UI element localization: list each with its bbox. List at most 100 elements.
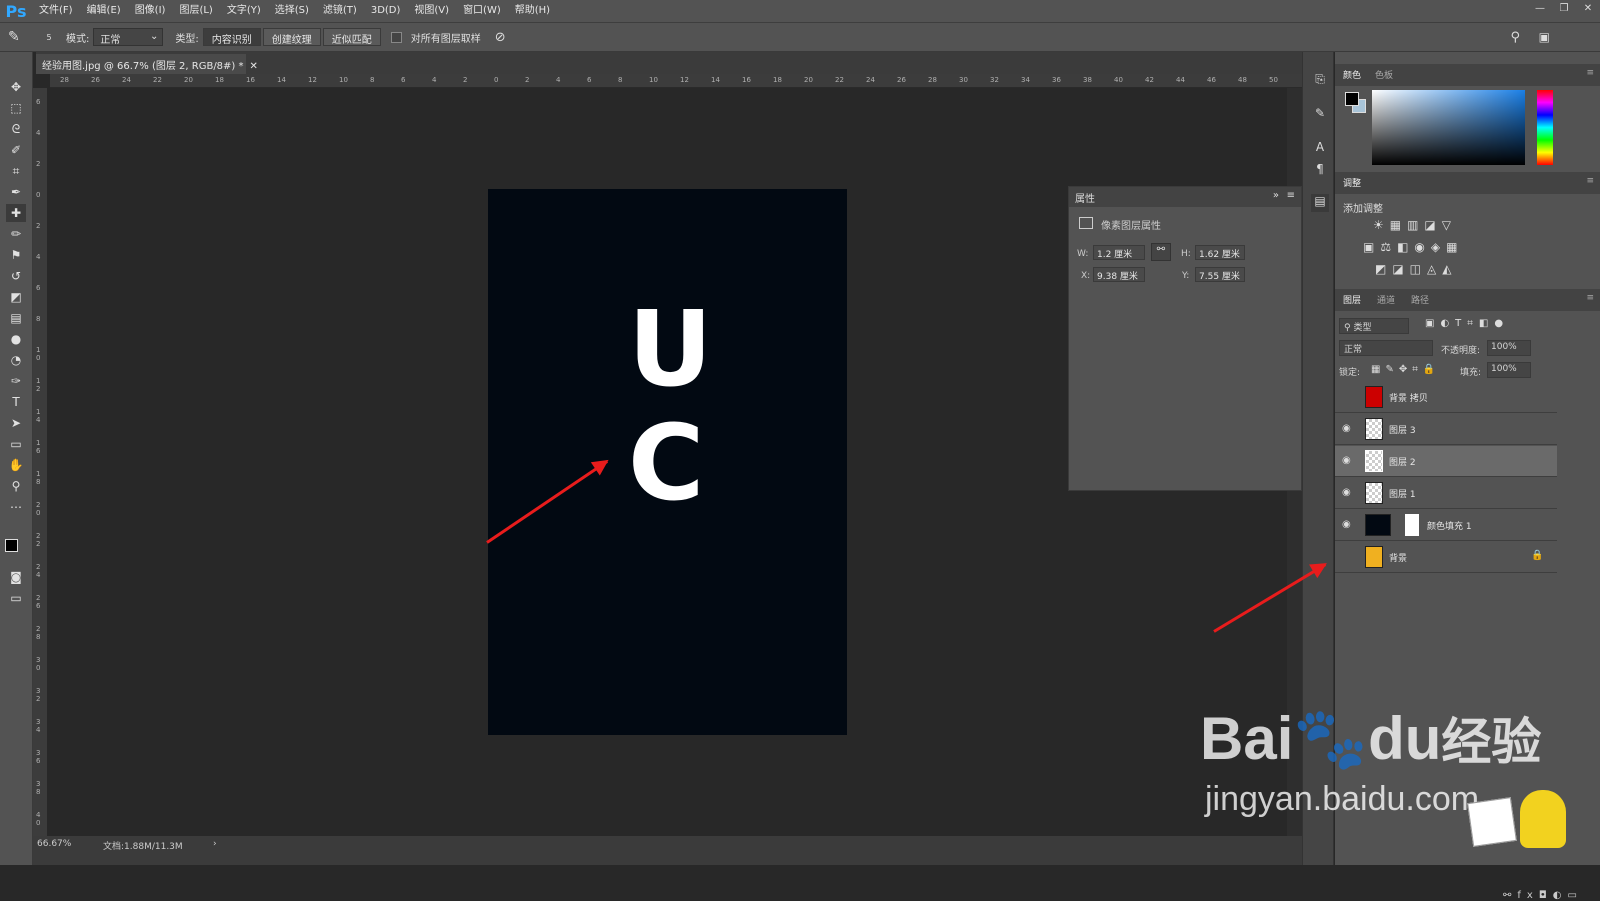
lasso-tool-icon[interactable]: ᘓ: [6, 120, 26, 138]
paragraph-panel-icon[interactable]: ¶: [1311, 162, 1329, 180]
healing-brush-icon[interactable]: ✎: [8, 29, 36, 45]
close-tab-icon[interactable]: ✕: [250, 61, 258, 72]
eraser-icon[interactable]: ◩: [6, 288, 26, 306]
menu-file[interactable]: 文件(F): [32, 0, 80, 22]
marquee-tool-icon[interactable]: ⬚: [6, 99, 26, 117]
dodge-icon[interactable]: ◔: [6, 351, 26, 369]
link-icon[interactable]: ⚯: [1151, 243, 1171, 261]
blend-mode-select[interactable]: 正常: [1339, 340, 1433, 356]
height-field[interactable]: 1.62 厘米: [1195, 245, 1245, 260]
brush-tool-icon[interactable]: ✏: [6, 225, 26, 243]
eye-icon[interactable]: ◉: [1342, 423, 1356, 435]
document-tab[interactable]: 经验用图.jpg @ 66.7% (图层 2, RGB/8#) * ✕: [36, 54, 258, 74]
y-field[interactable]: 7.55 厘米: [1195, 267, 1245, 282]
type-proximity-match[interactable]: 近似匹配: [322, 28, 381, 46]
hand-tool-icon[interactable]: ✋: [6, 456, 26, 474]
layer-row-selected[interactable]: ◉ 图层 2: [1335, 446, 1557, 477]
pen-tool-icon[interactable]: ✑: [6, 372, 26, 390]
visibility-off-icon[interactable]: [1342, 391, 1356, 403]
layer-row[interactable]: ◉ 图层 3: [1335, 414, 1557, 445]
healing-brush-tool-icon[interactable]: ✚: [6, 204, 26, 222]
search-icon[interactable]: ⚲: [1510, 30, 1520, 45]
x-field[interactable]: 9.38 厘米: [1093, 267, 1145, 282]
menu-3d[interactable]: 3D(D): [364, 0, 408, 22]
tab-channels[interactable]: 通道: [1377, 293, 1395, 306]
blur-icon[interactable]: ●: [6, 330, 26, 348]
tab-swatches[interactable]: 色板: [1375, 68, 1393, 81]
menu-help[interactable]: 帮助(H): [508, 0, 557, 22]
menu-edit[interactable]: 编辑(E): [80, 0, 128, 22]
panel-menu-icon[interactable]: ≡: [1586, 68, 1594, 78]
panel-menu-icon[interactable]: ≡: [1586, 176, 1594, 186]
eye-icon[interactable]: ◉: [1342, 519, 1356, 531]
menu-filter[interactable]: 滤镜(T): [316, 0, 364, 22]
adjustment-icons-row3[interactable]: ◩◪◫◬◭: [1375, 262, 1457, 276]
layer-filter-select[interactable]: ⚲ 类型: [1339, 318, 1409, 334]
type-create-texture[interactable]: 创建纹理: [262, 28, 321, 46]
filter-icons[interactable]: ▣◐T⌗◧●: [1425, 318, 1509, 329]
rectangle-tool-icon[interactable]: ▭: [6, 435, 26, 453]
collapse-icon[interactable]: »: [1273, 190, 1279, 201]
quick-mask-icon[interactable]: ◙: [6, 568, 26, 586]
workspace-icon[interactable]: ▣: [1539, 30, 1550, 44]
menu-image[interactable]: 图像(I): [128, 0, 173, 22]
zoom-tool-icon[interactable]: ⚲: [6, 477, 26, 495]
quick-select-icon[interactable]: ✐: [6, 141, 26, 159]
text-tool-icon[interactable]: T: [6, 393, 26, 411]
panel-menu-icon[interactable]: ≡: [1586, 293, 1594, 303]
chevron-right-icon[interactable]: ›: [213, 839, 217, 849]
eye-icon[interactable]: ◉: [1342, 455, 1356, 467]
more-tools-icon[interactable]: ⋯: [6, 498, 26, 516]
lock-icons[interactable]: ▦✎✥⌗🔒: [1371, 364, 1440, 375]
tab-paths[interactable]: 路径: [1411, 293, 1429, 306]
stamp-tool-icon[interactable]: ⚑: [6, 246, 26, 264]
visibility-off-icon[interactable]: [1342, 551, 1356, 563]
menu-layer[interactable]: 图层(L): [172, 0, 219, 22]
tab-layers[interactable]: 图层: [1343, 293, 1361, 306]
move-tool-icon[interactable]: ✥: [6, 78, 26, 96]
layer-row[interactable]: ◉ 颜色填充 1: [1335, 510, 1557, 541]
eyedropper-icon[interactable]: ✒: [6, 183, 26, 201]
zoom-level[interactable]: 66.67%: [37, 839, 71, 849]
restore-icon[interactable]: ❐: [1552, 0, 1576, 18]
foreground-color-swatch[interactable]: [5, 539, 18, 552]
layer-row[interactable]: 背景 🔒: [1335, 542, 1557, 573]
layer-footer-icons[interactable]: ⚯fx◘◐▭: [1503, 890, 1583, 901]
history-panel-icon[interactable]: ⎘: [1311, 72, 1329, 90]
fill-field[interactable]: 100%: [1487, 362, 1531, 378]
opacity-field[interactable]: 100%: [1487, 340, 1531, 356]
sample-all-checkbox[interactable]: [390, 31, 402, 43]
properties-panel-icon[interactable]: ▤: [1311, 194, 1329, 212]
adjustment-icons-row1[interactable]: ☀▦▥◪▽: [1373, 218, 1457, 232]
crop-tool-icon[interactable]: ⌗: [6, 162, 26, 180]
panel-menu-icon[interactable]: ≡: [1287, 190, 1295, 201]
pressure-icon[interactable]: ⊘: [495, 30, 506, 45]
tab-color[interactable]: 颜色: [1343, 68, 1361, 81]
close-icon[interactable]: ✕: [1576, 0, 1600, 18]
brush-size[interactable]: 5: [36, 33, 62, 42]
type-content-aware[interactable]: 内容识别: [202, 28, 261, 46]
menu-type[interactable]: 文字(Y): [220, 0, 268, 22]
character-panel-icon[interactable]: A: [1311, 140, 1329, 158]
brush-panel-icon[interactable]: ✎: [1311, 106, 1329, 124]
mode-select[interactable]: 正常 ⌄: [93, 28, 164, 46]
ruler-tick-label: 3 0: [36, 656, 41, 672]
path-select-icon[interactable]: ➤: [6, 414, 26, 432]
hue-slider[interactable]: [1537, 90, 1553, 165]
layer-row[interactable]: ◉ 图层 1: [1335, 478, 1557, 509]
menu-view[interactable]: 视图(V): [407, 0, 456, 22]
document-canvas[interactable]: U C: [488, 189, 847, 735]
menu-select[interactable]: 选择(S): [268, 0, 316, 22]
screen-mode-icon[interactable]: ▭: [6, 589, 26, 607]
width-field[interactable]: 1.2 厘米: [1093, 245, 1145, 260]
layer-row[interactable]: 背景 拷贝: [1335, 382, 1557, 413]
history-brush-icon[interactable]: ↺: [6, 267, 26, 285]
gradient-icon[interactable]: ▤: [6, 309, 26, 327]
color-field[interactable]: [1372, 90, 1525, 165]
eye-icon[interactable]: ◉: [1342, 487, 1356, 499]
minimize-icon[interactable]: —: [1528, 0, 1552, 18]
fg-color-swatch[interactable]: [1345, 92, 1359, 106]
tab-adjustments[interactable]: 调整: [1343, 176, 1361, 189]
adjustment-icons-row2[interactable]: ▣⚖◧◉◈▦: [1363, 240, 1463, 254]
menu-window[interactable]: 窗口(W): [456, 0, 508, 22]
